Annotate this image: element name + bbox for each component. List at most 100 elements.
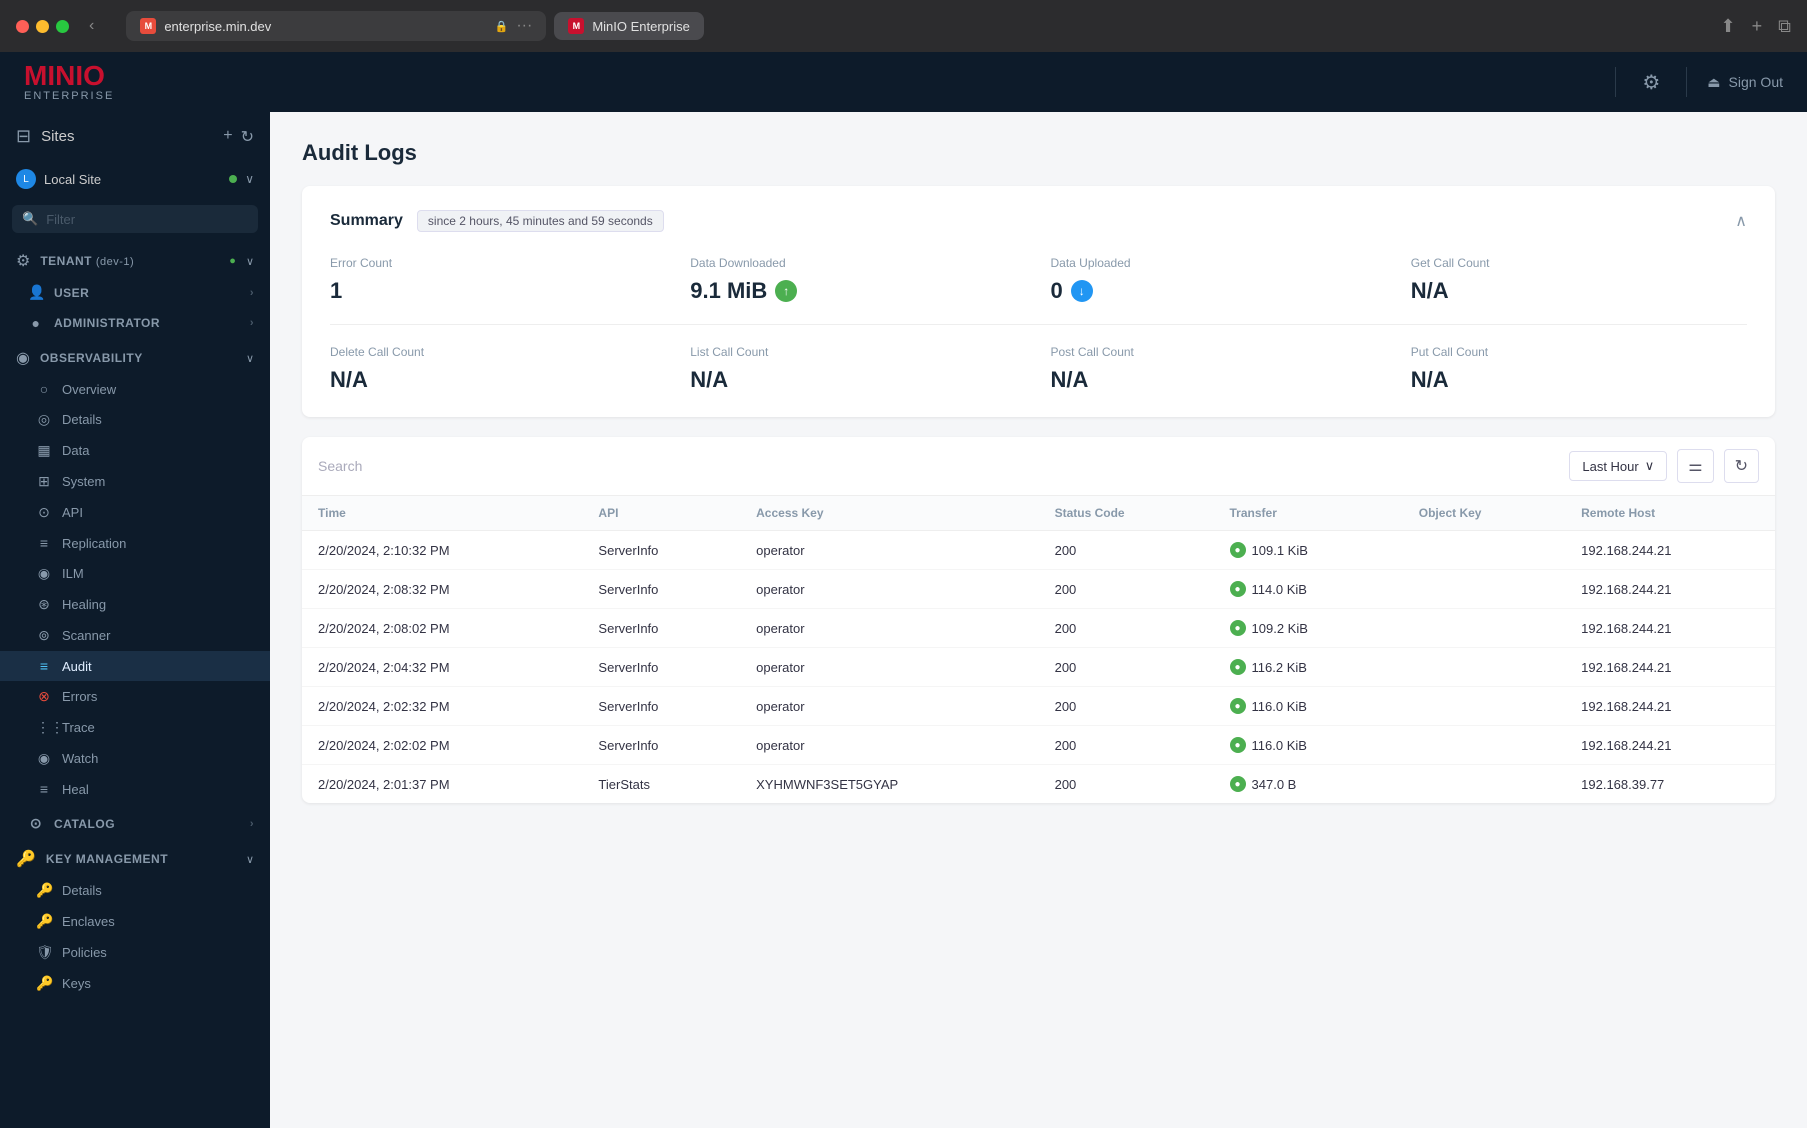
table-row[interactable]: 2/20/2024, 2:04:32 PM ServerInfo operato…: [302, 648, 1775, 687]
sidebar-item-trace[interactable]: ⋮⋮ Trace: [0, 712, 270, 743]
sign-out-label: Sign Out: [1729, 74, 1783, 90]
sidebar-item-keys[interactable]: 🔑 Keys: [0, 968, 270, 999]
sidebar-item-errors[interactable]: ⊗ Errors: [0, 681, 270, 712]
logo: MINIO ENTERPRISE: [24, 62, 114, 102]
sidebar-item-overview[interactable]: ○ Overview: [0, 374, 270, 404]
nav-divider-2: [1686, 67, 1687, 97]
col-api: API: [582, 496, 740, 531]
get-call-value: N/A: [1411, 278, 1747, 304]
cell-api: ServerInfo: [582, 726, 740, 765]
sidebar-item-api[interactable]: ⊙ API: [0, 497, 270, 528]
sidebar-item-data[interactable]: ▦ Data: [0, 435, 270, 466]
cell-transfer: ● 116.2 KiB: [1214, 648, 1403, 687]
watch-label: Watch: [62, 751, 254, 766]
errors-label: Errors: [62, 689, 254, 704]
settings-icon[interactable]: ⚙: [1636, 64, 1666, 101]
heal-label: Heal: [62, 782, 254, 797]
transfer-value: 116.0 KiB: [1252, 699, 1307, 714]
sidebar-item-system[interactable]: ⊞ System: [0, 466, 270, 497]
list-call-label: List Call Count: [690, 345, 1026, 359]
log-search-input[interactable]: [318, 458, 1559, 474]
sidebar-item-administrator[interactable]: ● ADMINISTRATOR ›: [0, 308, 270, 338]
trace-label: Trace: [62, 720, 254, 735]
table-row[interactable]: 2/20/2024, 2:08:02 PM ServerInfo operato…: [302, 609, 1775, 648]
trace-icon: ⋮⋮: [36, 719, 52, 736]
refresh-sites-icon[interactable]: ↻: [241, 127, 254, 147]
api-icon: ⊙: [36, 504, 52, 521]
table-row[interactable]: 2/20/2024, 2:02:32 PM ServerInfo operato…: [302, 687, 1775, 726]
cell-status: 200: [1039, 687, 1214, 726]
cell-status: 200: [1039, 570, 1214, 609]
collapse-icon[interactable]: ∧: [1735, 211, 1747, 231]
sidebar-item-replication[interactable]: ≡ Replication: [0, 528, 270, 558]
system-label: System: [62, 474, 254, 489]
time-filter-button[interactable]: Last Hour ∨: [1569, 451, 1667, 481]
sidebar-item-watch[interactable]: ◉ Watch: [0, 743, 270, 774]
close-button[interactable]: [16, 20, 29, 33]
sidebar-sites-header: ⊟ Sites + ↻: [0, 112, 270, 161]
summary-title-row: Summary since 2 hours, 45 minutes and 59…: [330, 210, 664, 232]
observability-chevron: ∨: [246, 352, 254, 365]
sidebar-item-scanner[interactable]: ⊚ Scanner: [0, 620, 270, 651]
add-site-icon[interactable]: +: [223, 127, 232, 147]
observability-icon: ◉: [16, 348, 30, 368]
cell-status: 200: [1039, 609, 1214, 648]
table-row[interactable]: 2/20/2024, 2:08:32 PM ServerInfo operato…: [302, 570, 1775, 609]
main-content: Audit Logs Summary since 2 hours, 45 min…: [270, 112, 1807, 1128]
app-container: MINIO ENTERPRISE ⚙ ⏏ Sign Out ⊟ Sites + …: [0, 52, 1807, 1128]
sidebar-toggle-icon[interactable]: ⧉: [1778, 16, 1791, 37]
local-site-row[interactable]: L Local Site ∨: [0, 161, 270, 197]
cell-status: 200: [1039, 765, 1214, 804]
filter-settings-button[interactable]: ⚌: [1677, 449, 1713, 483]
error-count-label: Error Count: [330, 256, 666, 270]
share-icon[interactable]: ⬆: [1721, 16, 1736, 37]
cell-object-key: [1403, 765, 1565, 804]
new-tab-icon[interactable]: +: [1752, 16, 1763, 37]
cell-object-key: [1403, 687, 1565, 726]
sidebar-item-user[interactable]: 👤 USER ›: [0, 277, 270, 308]
sidebar-item-audit[interactable]: ≡ Audit: [0, 651, 270, 681]
tenant-section-header[interactable]: ⚙ TENANT (dev-1) ● ∨: [0, 241, 270, 277]
metric-error-count: Error Count 1: [330, 256, 666, 304]
scanner-icon: ⊚: [36, 627, 52, 644]
cell-time: 2/20/2024, 2:01:37 PM: [302, 765, 582, 804]
observability-section-header[interactable]: ◉ OBSERVABILITY ∨: [0, 338, 270, 374]
browser-actions: ⬆ + ⧉: [1721, 16, 1791, 37]
transfer-dot: ●: [1230, 776, 1246, 792]
minimize-button[interactable]: [36, 20, 49, 33]
table-row[interactable]: 2/20/2024, 2:01:37 PM TierStats XYHMWNF3…: [302, 765, 1775, 804]
tab-options-icon[interactable]: ···: [516, 17, 532, 35]
col-time: Time: [302, 496, 582, 531]
sidebar-item-enclaves[interactable]: 🔑 Enclaves: [0, 906, 270, 937]
filter-input[interactable]: [46, 212, 248, 227]
sidebar-item-catalog[interactable]: ⊙ CATALOG ›: [0, 808, 270, 839]
fullscreen-button[interactable]: [56, 20, 69, 33]
key-management-section[interactable]: 🔑 KEY MANAGEMENT ∨: [0, 839, 270, 875]
sidebar-item-healing[interactable]: ⊛ Healing: [0, 589, 270, 620]
cell-remote-host: 192.168.244.21: [1565, 609, 1775, 648]
transfer-value: 114.0 KiB: [1252, 582, 1307, 597]
table-row[interactable]: 2/20/2024, 2:02:02 PM ServerInfo operato…: [302, 726, 1775, 765]
cell-access-key: operator: [740, 609, 1038, 648]
put-call-value: N/A: [1411, 367, 1747, 393]
sidebar-item-km-details[interactable]: 🔑 Details: [0, 875, 270, 906]
back-button[interactable]: ‹: [81, 17, 102, 35]
brand-tab[interactable]: M MinIO Enterprise: [554, 12, 704, 40]
local-site-avatar: L: [16, 169, 36, 189]
transfer-value: 109.1 KiB: [1252, 543, 1308, 558]
sidebar-item-ilm[interactable]: ◉ ILM: [0, 558, 270, 589]
administrator-chevron: ›: [250, 317, 254, 329]
table-row[interactable]: 2/20/2024, 2:10:32 PM ServerInfo operato…: [302, 531, 1775, 570]
summary-title: Summary: [330, 212, 403, 230]
sign-out-icon: ⏏: [1707, 74, 1720, 91]
heal-icon: ≡: [36, 781, 52, 797]
sidebar-item-policies[interactable]: 🛡 Policies: [0, 937, 270, 968]
active-tab[interactable]: M enterprise.min.dev 🔒 ···: [126, 11, 546, 41]
logo-o-red: O: [83, 60, 105, 91]
delete-call-value: N/A: [330, 367, 666, 393]
transfer-dot: ●: [1230, 620, 1246, 636]
refresh-button[interactable]: ↻: [1724, 449, 1759, 483]
sidebar-item-heal[interactable]: ≡ Heal: [0, 774, 270, 804]
sign-out-button[interactable]: ⏏ Sign Out: [1707, 74, 1783, 91]
sidebar-item-details[interactable]: ◎ Details: [0, 404, 270, 435]
